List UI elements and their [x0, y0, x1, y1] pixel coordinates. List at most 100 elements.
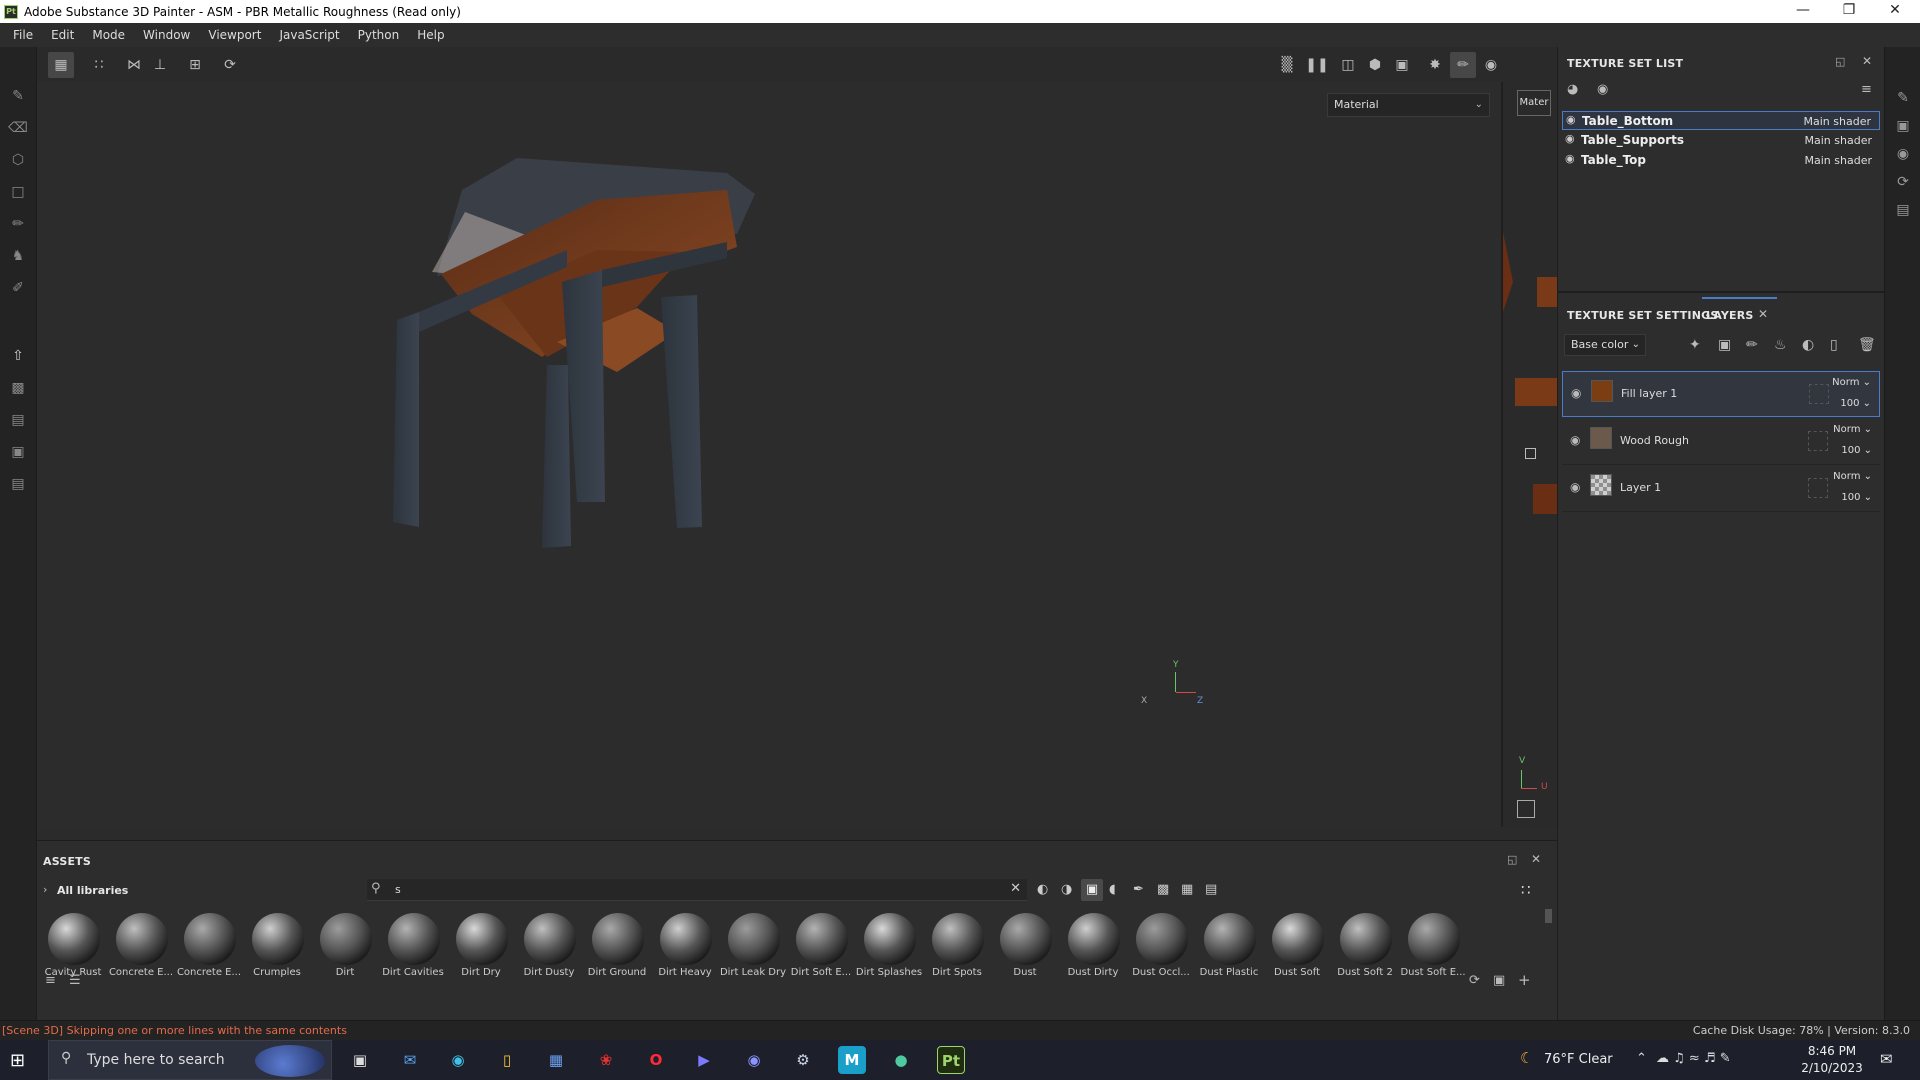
tray-chevron-icon[interactable]: ⌃ — [1636, 1051, 1647, 1066]
filter-brushes-icon[interactable]: ✒ — [1133, 882, 1144, 897]
panel-splitter[interactable] — [1558, 291, 1885, 293]
camera-save-icon[interactable]: ▣ — [7, 441, 29, 463]
layer-mask-slot[interactable] — [1808, 478, 1828, 498]
asset-thumbnail[interactable]: Dust — [991, 911, 1059, 981]
windows-start-icon[interactable]: ⊞ — [10, 1050, 25, 1071]
mail-icon[interactable]: ✉ — [396, 1046, 424, 1074]
layer-mask-slot[interactable] — [1808, 431, 1828, 451]
layer-blend-mode[interactable]: Norm ⌄ — [1832, 377, 1871, 388]
texture-set-row[interactable]: ◉ Table_Bottom Main shader — [1562, 111, 1880, 130]
layer-row[interactable]: ◉ Layer 1 Norm ⌄ 100 ⌄ — [1562, 466, 1880, 512]
asset-scrollbar[interactable] — [1545, 909, 1552, 923]
eye-icon[interactable]: ◉ — [1565, 152, 1575, 165]
add-fill-layer-icon[interactable]: ♨ — [1774, 337, 1787, 353]
menu-help[interactable]: Help — [408, 28, 453, 42]
projection-icon[interactable]: ⬡ — [7, 149, 29, 171]
asset-thumbnail[interactable]: Dirt Spots — [923, 911, 991, 981]
texture-set-row[interactable]: ◉ Table_Supports Main shader — [1562, 131, 1880, 150]
list-view-icon[interactable]: ☰ — [69, 973, 81, 988]
file-explorer-icon[interactable]: ▯ — [493, 1046, 521, 1074]
uv-fit-icon[interactable] — [1517, 800, 1535, 818]
asset-thumbnail[interactable]: Dirt Leak Dry — [719, 911, 787, 981]
history-panel-icon[interactable]: ⟳ — [1892, 171, 1914, 193]
m-app-icon[interactable]: M — [838, 1046, 866, 1074]
clock-time[interactable]: 8:46 PM — [1800, 1044, 1864, 1058]
taskbar-search[interactable]: ⚲ Type here to search — [48, 1040, 332, 1080]
learn-icon[interactable]: ▤ — [7, 473, 29, 495]
steam-icon[interactable]: ⚙ — [789, 1046, 817, 1074]
3d-viewport[interactable]: Y X Z — [37, 82, 1501, 827]
shader-settings-icon[interactable]: ◉ — [1892, 143, 1914, 165]
asset-thumbnail[interactable]: Dirt Dry — [447, 911, 515, 981]
weather-text[interactable]: 76°F Clear — [1544, 1052, 1613, 1067]
bake-icon[interactable]: ▩ — [7, 377, 29, 399]
asset-thumbnail[interactable]: Dust Soft 2 — [1331, 911, 1399, 981]
add-asset-icon[interactable]: + — [1518, 971, 1531, 989]
eye-icon[interactable]: ◉ — [1566, 113, 1576, 126]
add-smart-material-icon[interactable]: ◐ — [1802, 337, 1814, 353]
green-app-icon[interactable]: ● — [887, 1046, 915, 1074]
screenshot-icon[interactable]: ◉ — [1478, 52, 1504, 78]
layer-blend-mode[interactable]: Norm ⌄ — [1833, 424, 1872, 435]
notifications-icon[interactable]: ✉ — [1880, 1050, 1893, 1068]
layer-row[interactable]: ◉ Fill layer 1 Norm ⌄ 100 ⌄ — [1562, 371, 1880, 417]
menu-javascript[interactable]: JavaScript — [270, 28, 348, 42]
pause-icon[interactable]: ❚❚ — [1304, 52, 1330, 78]
tab-texture-set-settings[interactable]: TEXTURE SET SETTINGS — [1567, 309, 1718, 322]
layer-row[interactable]: ◉ Wood Rough Norm ⌄ 100 ⌄ — [1562, 419, 1880, 465]
delete-layer-icon[interactable]: 🗑 — [1858, 337, 1876, 353]
smudge-icon[interactable]: ✏ — [7, 213, 29, 235]
asset-thumbnail[interactable]: Cavity Rust — [39, 911, 107, 981]
history-icon[interactable]: ⟳ — [217, 52, 243, 78]
close-panel-icon[interactable]: ✕ — [1862, 54, 1872, 68]
view-split-icon[interactable]: ◫ — [1335, 52, 1361, 78]
close-icon[interactable]: ✕ — [1872, 0, 1918, 23]
clear-search-icon[interactable]: ✕ — [1010, 881, 1021, 896]
channel-select[interactable]: Base color ⌄ — [1564, 334, 1646, 356]
layer-opacity[interactable]: 100 ⌄ — [1841, 445, 1872, 456]
list-menu-icon[interactable]: ≡ — [1861, 82, 1872, 97]
eye-icon[interactable]: ◉ — [1570, 480, 1580, 494]
filter-textures-icon[interactable]: ▦ — [1181, 882, 1193, 897]
log-icon[interactable]: ▤ — [1892, 199, 1914, 221]
color-picker-icon[interactable]: ✐ — [7, 277, 29, 299]
asset-thumbnail[interactable]: Dirt Soft E... — [787, 911, 855, 981]
polygon-fill-icon[interactable]: □ — [7, 181, 29, 203]
filter-environments-icon[interactable]: ▤ — [1205, 882, 1217, 897]
asset-thumbnail[interactable]: Dirt — [311, 911, 379, 981]
close-panel-icon[interactable]: ✕ — [1531, 852, 1541, 866]
asset-thumbnail[interactable]: Dirt Cavities — [379, 911, 447, 981]
grid-view-icon[interactable]: ∷ — [1521, 881, 1531, 899]
grid-options-icon[interactable]: ∷ — [86, 52, 112, 78]
discord-icon[interactable]: ◉ — [740, 1046, 768, 1074]
mirror-y-icon[interactable]: ⊥ — [147, 52, 173, 78]
hide-uv-icon[interactable]: ▒ — [1274, 52, 1300, 78]
media-app-icon[interactable]: ▶ — [690, 1046, 718, 1074]
maximize-icon[interactable]: ❐ — [1826, 0, 1872, 23]
layer-opacity[interactable]: 100 ⌄ — [1840, 398, 1871, 409]
asset-thumbnail[interactable]: Dirt Heavy — [651, 911, 719, 981]
eraser-icon[interactable]: ⌫ — [7, 117, 29, 139]
chevron-right-icon[interactable]: › — [43, 883, 47, 896]
paint-brush-icon[interactable]: ✎ — [7, 85, 29, 107]
edge-icon[interactable]: ◉ — [444, 1046, 472, 1074]
menu-window[interactable]: Window — [134, 28, 199, 42]
layer-mask-slot[interactable] — [1809, 384, 1829, 404]
task-view-icon[interactable]: ▣ — [346, 1046, 374, 1074]
menu-file[interactable]: File — [4, 28, 42, 42]
visibility-icon[interactable]: ◉ — [1597, 82, 1608, 97]
menu-viewport[interactable]: Viewport — [199, 28, 270, 42]
add-effect-icon[interactable]: ✦ — [1689, 337, 1701, 353]
filter-smart-masks-icon[interactable]: ▣ — [1081, 879, 1103, 901]
asset-thumbnail[interactable]: Dust Soft E... — [1399, 911, 1467, 981]
uv-frame-icon[interactable] — [1525, 448, 1536, 459]
2d-uv-viewport[interactable]: Mater V U — [1503, 82, 1557, 827]
eye-icon[interactable]: ◉ — [1570, 433, 1580, 447]
menu-edit[interactable]: Edit — [42, 28, 83, 42]
substance-painter-taskbar-icon[interactable]: Pt — [937, 1046, 965, 1074]
import-icon[interactable]: ▣ — [1493, 973, 1505, 988]
asset-thumbnail[interactable]: Concrete E... — [175, 911, 243, 981]
asset-thumbnail[interactable]: Crumples — [243, 911, 311, 981]
document-icon[interactable]: ▤ — [7, 409, 29, 431]
library-label[interactable]: All libraries — [57, 884, 128, 897]
